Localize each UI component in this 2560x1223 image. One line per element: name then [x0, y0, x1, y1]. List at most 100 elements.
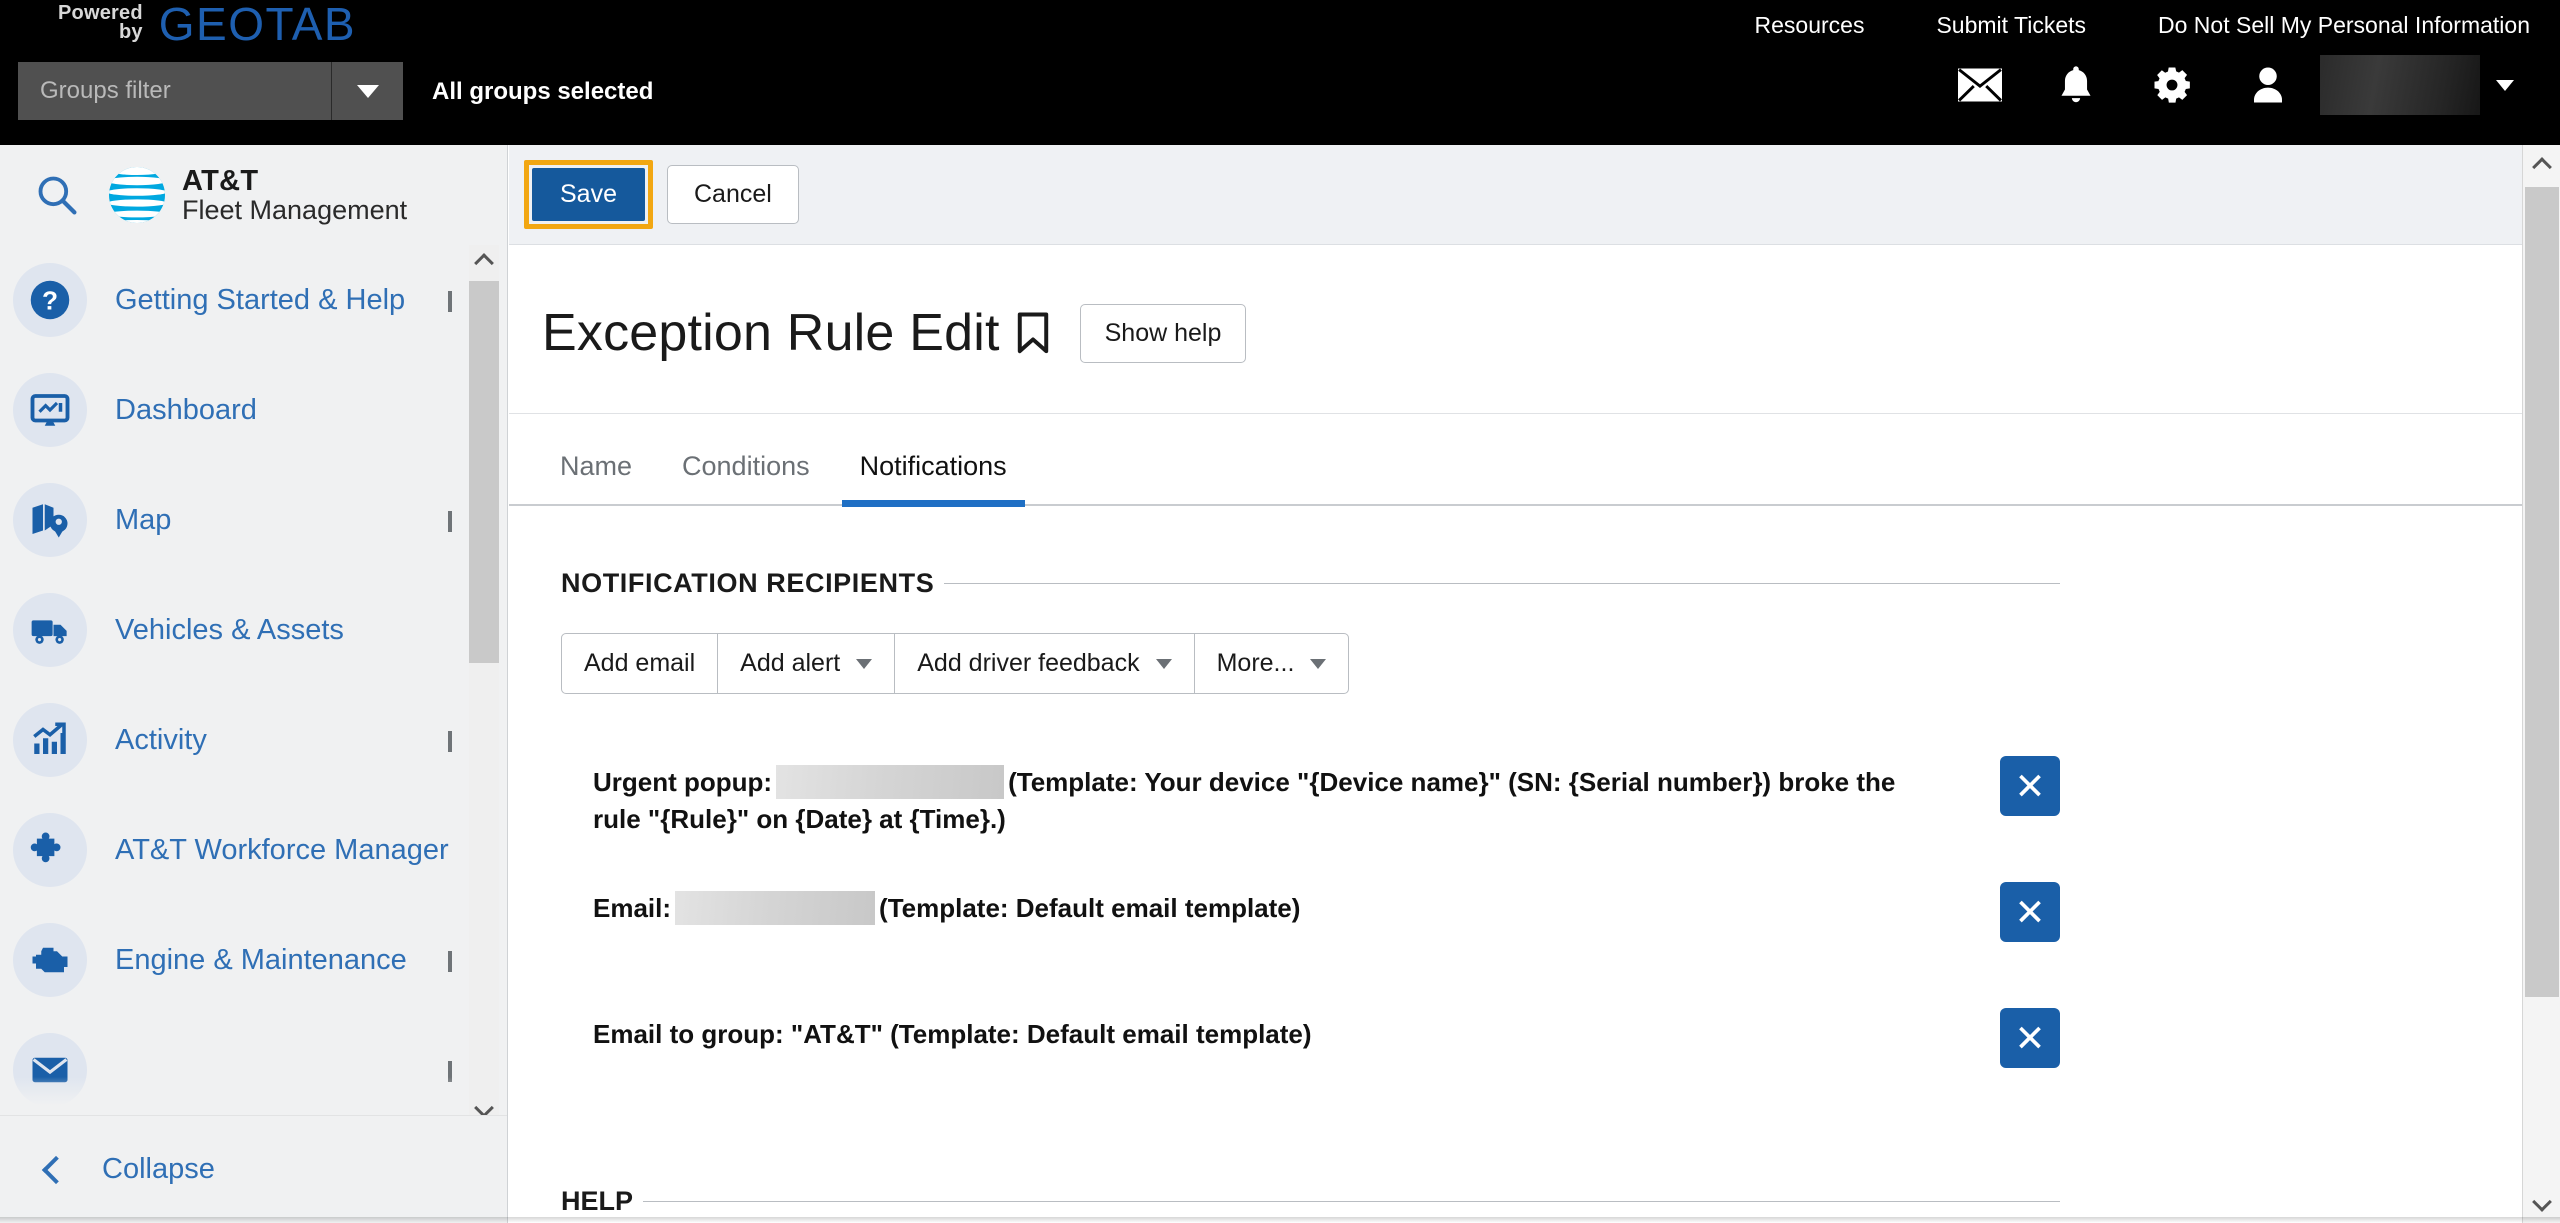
sidebar-nav-list: ? Getting Started & Help Dashboard Map V…	[0, 245, 507, 1115]
sidebar-item-activity[interactable]: Activity	[0, 685, 507, 795]
more-label: More...	[1216, 649, 1295, 677]
att-brand-line2: Fleet Management	[182, 195, 408, 226]
chevron-left-icon	[41, 1155, 71, 1184]
att-brand-line1: AT&T	[182, 164, 259, 197]
sidebar-item-label: Getting Started & Help	[115, 283, 406, 316]
sidebar-collapse-button[interactable]: Collapse	[0, 1115, 507, 1223]
bell-icon[interactable]	[2028, 64, 2124, 106]
add-recipient-button-group: Add email Add alert Add driver feedback …	[561, 633, 2560, 694]
recipient-suffix: (Template: Default email template)	[879, 893, 1301, 923]
nav-link-resources[interactable]: Resources	[1755, 12, 1865, 39]
user-menu-dropdown-button[interactable]	[2480, 79, 2530, 91]
groups-filter[interactable]: Groups filter	[18, 62, 403, 120]
geotab-logo-text: GEOTAB	[158, 0, 357, 50]
sidebar-scrollbar[interactable]	[469, 245, 499, 1125]
groups-filter-input[interactable]: Groups filter	[18, 62, 331, 120]
remove-recipient-button[interactable]: ✕	[2000, 1008, 2060, 1068]
sidebar-item-vehicles-assets[interactable]: Vehicles & Assets	[0, 575, 507, 685]
engine-icon	[13, 923, 87, 997]
map-pin-icon	[13, 483, 87, 557]
nav-link-do-not-sell[interactable]: Do Not Sell My Personal Information	[2158, 12, 2530, 39]
add-email-button[interactable]: Add email	[561, 633, 718, 694]
recipient-value-redacted	[776, 765, 1005, 800]
show-help-button[interactable]: Show help	[1079, 303, 1247, 363]
cancel-button[interactable]: Cancel	[666, 165, 799, 224]
sidebar-item-label: Map	[115, 503, 172, 536]
sidebar-collapse-label: Collapse	[102, 1153, 215, 1185]
scroll-up-arrow-icon[interactable]	[469, 245, 499, 275]
sidebar-item-dashboard[interactable]: Dashboard	[0, 355, 507, 465]
recipient-description: Urgent popup: (Template: Your device "{De…	[593, 756, 1913, 838]
sidebar-item-label: Vehicles & Assets	[115, 613, 344, 646]
truck-icon	[13, 593, 87, 667]
page-title-row: Exception Rule Edit Show help	[509, 245, 2560, 414]
top-nav-links: Resources Submit Tickets Do Not Sell My …	[1683, 0, 2530, 50]
remove-recipient-button[interactable]: ✕	[2000, 756, 2060, 816]
recipient-row-email: Email: (Template: Default email template)…	[561, 862, 2560, 988]
add-alert-button[interactable]: Add alert	[717, 633, 895, 694]
top-header-bar: Powered by GEOTAB Resources Submit Ticke…	[0, 0, 2560, 145]
chevron-down-icon[interactable]	[448, 511, 452, 532]
chevron-down-icon	[356, 84, 379, 98]
chevron-down-icon	[1310, 658, 1327, 669]
sidebar-item-getting-started[interactable]: ? Getting Started & Help	[0, 245, 507, 355]
chevron-down-icon[interactable]	[448, 731, 452, 752]
section-divider	[643, 1201, 2060, 1202]
sidebar-item-label: AT&T Workforce Manager	[115, 833, 449, 866]
page-scrollbar[interactable]	[2522, 145, 2560, 1223]
att-brand-text: AT&T Fleet Management	[182, 164, 408, 226]
tab-bar: Name Conditions Notifications	[509, 414, 2560, 507]
notification-recipients-section-header: NOTIFICATION RECIPIENTS	[561, 568, 2060, 599]
sidebar-header: AT&T Fleet Management	[0, 145, 507, 245]
page-scrollbar-thumb[interactable]	[2525, 187, 2559, 997]
chart-bar-arrow-icon	[13, 703, 87, 777]
save-button[interactable]: Save	[532, 168, 645, 221]
add-alert-label: Add alert	[740, 649, 841, 677]
chevron-down-icon	[1155, 658, 1172, 669]
help-section-label: HELP	[561, 1186, 634, 1216]
att-globe-icon	[106, 164, 168, 226]
recipient-row-urgent-popup: Urgent popup: (Template: Your device "{De…	[561, 736, 2560, 862]
sidebar-item-engine-maintenance[interactable]: Engine & Maintenance	[0, 905, 507, 1015]
recipient-value-redacted	[675, 891, 876, 926]
tab-notifications[interactable]: Notifications	[841, 451, 1025, 507]
bottom-shadow	[0, 1217, 2560, 1223]
bookmark-icon[interactable]	[1016, 312, 1050, 354]
notification-recipients-list: Urgent popup: (Template: Your device "{De…	[561, 736, 2560, 1114]
main-content: Save Cancel Exception Rule Edit Show hel…	[509, 145, 2560, 1223]
chevron-down-icon[interactable]	[448, 951, 452, 972]
tab-name[interactable]: Name	[542, 451, 650, 504]
search-icon[interactable]	[18, 173, 96, 217]
more-button[interactable]: More...	[1193, 633, 1350, 694]
add-email-label: Add email	[584, 649, 696, 677]
scroll-up-arrow-icon[interactable]	[2523, 145, 2560, 183]
remove-recipient-button[interactable]: ✕	[2000, 882, 2060, 942]
section-label: NOTIFICATION RECIPIENTS	[561, 568, 935, 598]
sidebar-fade-overlay	[0, 1077, 507, 1115]
chevron-down-icon	[2496, 79, 2514, 91]
geotab-branding: Powered by GEOTAB	[58, 0, 357, 50]
sidebar-item-workforce-manager[interactable]: AT&T Workforce Manager	[0, 795, 507, 905]
recipient-description: Email to group: "AT&T" (Template: Defaul…	[593, 1008, 1312, 1053]
groups-filter-dropdown-button[interactable]	[331, 62, 403, 120]
sidebar: AT&T Fleet Management ? Getting Started …	[0, 145, 508, 1223]
att-fleet-logo: AT&T Fleet Management	[106, 164, 407, 226]
close-icon: ✕	[2014, 891, 2046, 933]
user-icon[interactable]	[2220, 64, 2316, 106]
help-section-header: HELP	[561, 1186, 2060, 1217]
svg-text:?: ?	[42, 286, 58, 316]
save-button-focus-ring: Save	[524, 160, 653, 229]
gear-icon[interactable]	[2124, 64, 2220, 106]
recipient-prefix: Urgent popup:	[593, 767, 773, 797]
close-icon: ✕	[2014, 1017, 2046, 1059]
chevron-down-icon[interactable]	[448, 291, 452, 312]
mail-icon[interactable]	[1932, 68, 2028, 102]
tab-conditions[interactable]: Conditions	[664, 451, 828, 504]
section-divider	[944, 583, 2060, 584]
sidebar-scrollbar-thumb[interactable]	[469, 281, 499, 663]
sidebar-item-map[interactable]: Map	[0, 465, 507, 575]
nav-link-submit-tickets[interactable]: Submit Tickets	[1936, 12, 2086, 39]
add-driver-feedback-button[interactable]: Add driver feedback	[894, 633, 1194, 694]
question-circle-icon: ?	[13, 263, 87, 337]
sidebar-item-label: Activity	[115, 723, 207, 756]
